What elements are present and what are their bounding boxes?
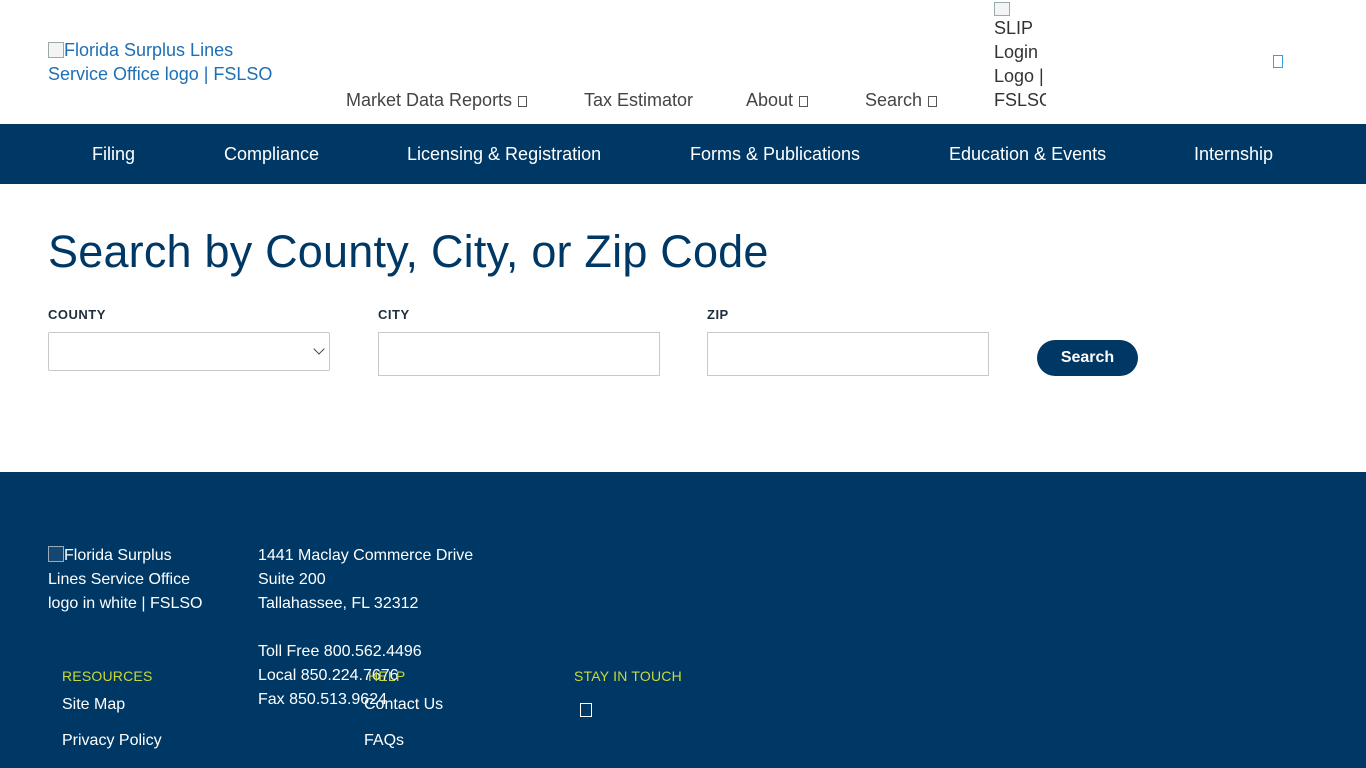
broken-image-icon — [48, 42, 64, 58]
site-header: Florida Surplus Lines Service Office log… — [0, 0, 1366, 124]
menu-icon[interactable] — [1273, 55, 1283, 68]
site-map-link[interactable]: Site Map — [62, 696, 125, 714]
address-line-2: Suite 200 — [258, 571, 326, 588]
nav-label: About — [746, 90, 794, 110]
contact-us-link[interactable]: Contact Us — [364, 696, 443, 714]
slip-logo-alt-text: SLIP Login Logo | FSLSO — [994, 18, 1046, 110]
nav-label: Market Data Reports — [346, 90, 513, 110]
chevron-down-icon — [313, 343, 325, 355]
footer-address: 1441 Maclay Commerce Drive Suite 200 Tal… — [258, 544, 473, 712]
site-footer: Florida Surplus Lines Service Office log… — [0, 472, 1366, 768]
main-nav-internship[interactable]: Internship — [1194, 124, 1273, 184]
footer-logo-alt-text: Florida Surplus Lines Service Office log… — [48, 547, 203, 612]
privacy-policy-link[interactable]: Privacy Policy — [62, 732, 162, 750]
main-nav-filing[interactable]: Filing — [92, 124, 135, 184]
stay-in-touch-heading: STAY IN TOUCH — [574, 668, 682, 684]
nav-search[interactable]: Search — [865, 88, 938, 112]
nav-tax-estimator[interactable]: Tax Estimator — [584, 88, 693, 112]
city-label: CITY — [378, 307, 410, 322]
main-nav-forms-publications[interactable]: Forms & Publications — [690, 124, 860, 184]
dropdown-caret-icon — [518, 96, 528, 107]
help-heading: HELP — [368, 668, 406, 684]
faqs-link[interactable]: FAQs — [364, 732, 404, 750]
social-icon[interactable] — [580, 703, 592, 717]
phone-local[interactable]: Local 850.224.7676 — [258, 664, 473, 688]
dropdown-caret-icon — [799, 96, 809, 107]
county-select[interactable] — [48, 332, 330, 371]
zip-input[interactable] — [707, 332, 989, 376]
logo-alt-text: Florida Surplus Lines Service Office log… — [48, 40, 273, 84]
fslso-logo[interactable]: Florida Surplus Lines Service Office log… — [48, 38, 288, 86]
address-line-3: Tallahassee, FL 32312 — [258, 595, 419, 612]
broken-image-icon — [994, 2, 1010, 16]
address-line-1: 1441 Maclay Commerce Drive — [258, 547, 474, 564]
dropdown-caret-icon — [928, 96, 938, 107]
phone-toll-free[interactable]: Toll Free 800.562.4496 — [258, 640, 473, 664]
nav-label: Tax Estimator — [584, 90, 694, 110]
broken-image-icon — [48, 546, 64, 562]
main-nav-compliance[interactable]: Compliance — [224, 124, 319, 184]
county-label: COUNTY — [48, 307, 106, 322]
main-nav-education-events[interactable]: Education & Events — [949, 124, 1106, 184]
nav-label: Search — [865, 90, 923, 110]
city-input[interactable] — [378, 332, 660, 376]
footer-logo[interactable]: Florida Surplus Lines Service Office log… — [48, 544, 208, 616]
slip-login-logo[interactable]: SLIP Login Logo | FSLSO — [994, 2, 1046, 112]
resources-heading: RESOURCES — [62, 668, 153, 684]
main-nav: Filing Compliance Licensing & Registrati… — [0, 124, 1366, 184]
nav-market-data-reports[interactable]: Market Data Reports — [346, 88, 528, 112]
search-button[interactable]: Search — [1037, 340, 1138, 376]
zip-label: ZIP — [707, 307, 729, 322]
page-title: Search by County, City, or Zip Code — [48, 226, 769, 277]
main-nav-licensing-registration[interactable]: Licensing & Registration — [407, 124, 601, 184]
nav-about[interactable]: About — [746, 88, 809, 112]
